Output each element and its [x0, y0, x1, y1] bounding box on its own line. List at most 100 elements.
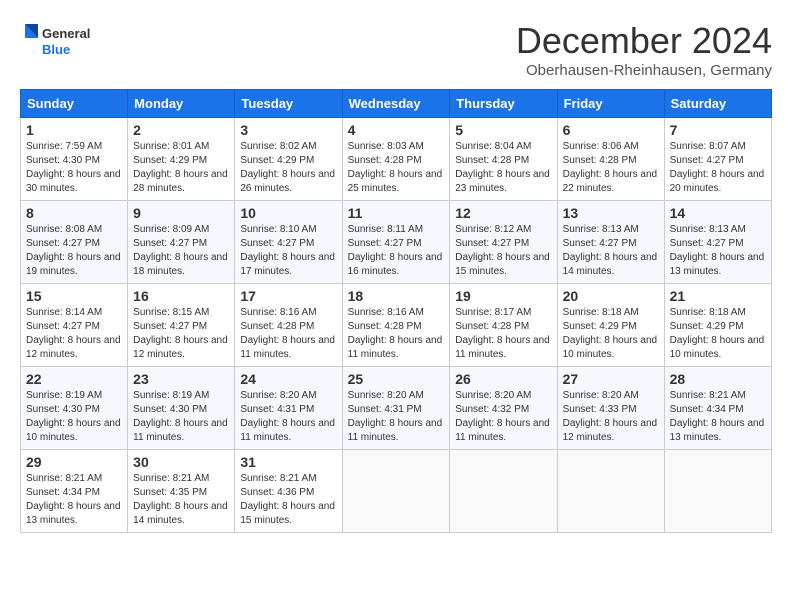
day-number: 9: [133, 205, 229, 221]
weekday-header-wednesday: Wednesday: [342, 90, 450, 118]
sunset-label: Sunset: 4:29 PM: [563, 321, 637, 332]
sunrise-label: Sunrise: 8:07 AM: [670, 141, 746, 152]
calendar-cell: 5 Sunrise: 8:04 AM Sunset: 4:28 PM Dayli…: [450, 118, 557, 201]
sunrise-label: Sunrise: 8:19 AM: [26, 390, 102, 401]
daylight-label: Daylight: 8 hours and 11 minutes.: [133, 418, 228, 443]
day-number: 11: [348, 205, 445, 221]
sunset-label: Sunset: 4:27 PM: [348, 238, 422, 249]
daylight-label: Daylight: 8 hours and 15 minutes.: [240, 501, 335, 526]
daylight-label: Daylight: 8 hours and 12 minutes.: [133, 335, 228, 360]
sunrise-label: Sunrise: 8:21 AM: [133, 473, 209, 484]
weekday-header-row: SundayMondayTuesdayWednesdayThursdayFrid…: [21, 90, 772, 118]
daylight-label: Daylight: 8 hours and 11 minutes.: [240, 418, 335, 443]
day-number: 29: [26, 454, 122, 470]
calendar-cell: 10 Sunrise: 8:10 AM Sunset: 4:27 PM Dayl…: [235, 201, 342, 284]
calendar-cell: 16 Sunrise: 8:15 AM Sunset: 4:27 PM Dayl…: [128, 284, 235, 367]
calendar-week-4: 22 Sunrise: 8:19 AM Sunset: 4:30 PM Dayl…: [21, 367, 772, 450]
sunrise-label: Sunrise: 8:09 AM: [133, 224, 209, 235]
logo-svg: General Blue: [20, 20, 100, 62]
sunset-label: Sunset: 4:31 PM: [240, 404, 314, 415]
daylight-label: Daylight: 8 hours and 11 minutes.: [240, 335, 335, 360]
daylight-label: Daylight: 8 hours and 13 minutes.: [670, 252, 765, 277]
day-info: Sunrise: 8:15 AM Sunset: 4:27 PM Dayligh…: [133, 306, 229, 362]
day-number: 31: [240, 454, 336, 470]
day-number: 4: [348, 122, 445, 138]
sunrise-label: Sunrise: 8:21 AM: [26, 473, 102, 484]
sunset-label: Sunset: 4:36 PM: [240, 487, 314, 498]
daylight-label: Daylight: 8 hours and 11 minutes.: [348, 335, 443, 360]
calendar-cell: 4 Sunrise: 8:03 AM Sunset: 4:28 PM Dayli…: [342, 118, 450, 201]
day-number: 1: [26, 122, 122, 138]
sunrise-label: Sunrise: 8:08 AM: [26, 224, 102, 235]
sunrise-label: Sunrise: 8:18 AM: [563, 307, 639, 318]
day-info: Sunrise: 8:08 AM Sunset: 4:27 PM Dayligh…: [26, 223, 122, 279]
weekday-header-thursday: Thursday: [450, 90, 557, 118]
calendar-cell: 2 Sunrise: 8:01 AM Sunset: 4:29 PM Dayli…: [128, 118, 235, 201]
day-number: 17: [240, 288, 336, 304]
day-info: Sunrise: 8:04 AM Sunset: 4:28 PM Dayligh…: [455, 140, 551, 196]
weekday-header-tuesday: Tuesday: [235, 90, 342, 118]
day-number: 23: [133, 371, 229, 387]
daylight-label: Daylight: 8 hours and 23 minutes.: [455, 169, 550, 194]
calendar-cell: 6 Sunrise: 8:06 AM Sunset: 4:28 PM Dayli…: [557, 118, 664, 201]
sunset-label: Sunset: 4:31 PM: [348, 404, 422, 415]
day-info: Sunrise: 8:19 AM Sunset: 4:30 PM Dayligh…: [26, 389, 122, 445]
day-info: Sunrise: 8:21 AM Sunset: 4:36 PM Dayligh…: [240, 472, 336, 528]
day-info: Sunrise: 8:18 AM Sunset: 4:29 PM Dayligh…: [670, 306, 766, 362]
weekday-header-monday: Monday: [128, 90, 235, 118]
daylight-label: Daylight: 8 hours and 11 minutes.: [455, 335, 550, 360]
day-number: 18: [348, 288, 445, 304]
sunset-label: Sunset: 4:33 PM: [563, 404, 637, 415]
sunset-label: Sunset: 4:28 PM: [348, 155, 422, 166]
day-info: Sunrise: 8:20 AM Sunset: 4:31 PM Dayligh…: [240, 389, 336, 445]
day-info: Sunrise: 8:21 AM Sunset: 4:34 PM Dayligh…: [670, 389, 766, 445]
sunrise-label: Sunrise: 8:20 AM: [240, 390, 316, 401]
day-info: Sunrise: 8:10 AM Sunset: 4:27 PM Dayligh…: [240, 223, 336, 279]
calendar-cell: 15 Sunrise: 8:14 AM Sunset: 4:27 PM Dayl…: [21, 284, 128, 367]
sunrise-label: Sunrise: 8:15 AM: [133, 307, 209, 318]
calendar-cell: 25 Sunrise: 8:20 AM Sunset: 4:31 PM Dayl…: [342, 367, 450, 450]
day-number: 25: [348, 371, 445, 387]
calendar-cell: 26 Sunrise: 8:20 AM Sunset: 4:32 PM Dayl…: [450, 367, 557, 450]
weekday-header-sunday: Sunday: [21, 90, 128, 118]
daylight-label: Daylight: 8 hours and 11 minutes.: [348, 418, 443, 443]
weekday-header-friday: Friday: [557, 90, 664, 118]
day-number: 16: [133, 288, 229, 304]
day-number: 24: [240, 371, 336, 387]
day-info: Sunrise: 8:06 AM Sunset: 4:28 PM Dayligh…: [563, 140, 659, 196]
calendar-cell: 7 Sunrise: 8:07 AM Sunset: 4:27 PM Dayli…: [664, 118, 771, 201]
day-info: Sunrise: 8:17 AM Sunset: 4:28 PM Dayligh…: [455, 306, 551, 362]
calendar-week-5: 29 Sunrise: 8:21 AM Sunset: 4:34 PM Dayl…: [21, 450, 772, 533]
sunset-label: Sunset: 4:34 PM: [670, 404, 744, 415]
calendar-cell: [557, 450, 664, 533]
calendar-cell: 12 Sunrise: 8:12 AM Sunset: 4:27 PM Dayl…: [450, 201, 557, 284]
day-info: Sunrise: 8:11 AM Sunset: 4:27 PM Dayligh…: [348, 223, 445, 279]
calendar-cell: 29 Sunrise: 8:21 AM Sunset: 4:34 PM Dayl…: [21, 450, 128, 533]
sunset-label: Sunset: 4:28 PM: [563, 155, 637, 166]
sunrise-label: Sunrise: 8:13 AM: [563, 224, 639, 235]
day-info: Sunrise: 8:02 AM Sunset: 4:29 PM Dayligh…: [240, 140, 336, 196]
daylight-label: Daylight: 8 hours and 26 minutes.: [240, 169, 335, 194]
calendar-week-1: 1 Sunrise: 7:59 AM Sunset: 4:30 PM Dayli…: [21, 118, 772, 201]
daylight-label: Daylight: 8 hours and 14 minutes.: [563, 252, 658, 277]
sunset-label: Sunset: 4:27 PM: [670, 238, 744, 249]
daylight-label: Daylight: 8 hours and 18 minutes.: [133, 252, 228, 277]
day-number: 13: [563, 205, 659, 221]
calendar-cell: 20 Sunrise: 8:18 AM Sunset: 4:29 PM Dayl…: [557, 284, 664, 367]
sunset-label: Sunset: 4:30 PM: [26, 155, 100, 166]
daylight-label: Daylight: 8 hours and 13 minutes.: [26, 501, 121, 526]
day-number: 21: [670, 288, 766, 304]
day-number: 27: [563, 371, 659, 387]
month-title: December 2024: [516, 20, 772, 62]
sunset-label: Sunset: 4:27 PM: [133, 238, 207, 249]
sunrise-label: Sunrise: 8:14 AM: [26, 307, 102, 318]
calendar-cell: 24 Sunrise: 8:20 AM Sunset: 4:31 PM Dayl…: [235, 367, 342, 450]
sunset-label: Sunset: 4:28 PM: [455, 321, 529, 332]
sunrise-label: Sunrise: 8:20 AM: [348, 390, 424, 401]
sunrise-label: Sunrise: 8:20 AM: [455, 390, 531, 401]
sunset-label: Sunset: 4:32 PM: [455, 404, 529, 415]
calendar-week-2: 8 Sunrise: 8:08 AM Sunset: 4:27 PM Dayli…: [21, 201, 772, 284]
daylight-label: Daylight: 8 hours and 11 minutes.: [455, 418, 550, 443]
day-number: 14: [670, 205, 766, 221]
sunset-label: Sunset: 4:29 PM: [670, 321, 744, 332]
